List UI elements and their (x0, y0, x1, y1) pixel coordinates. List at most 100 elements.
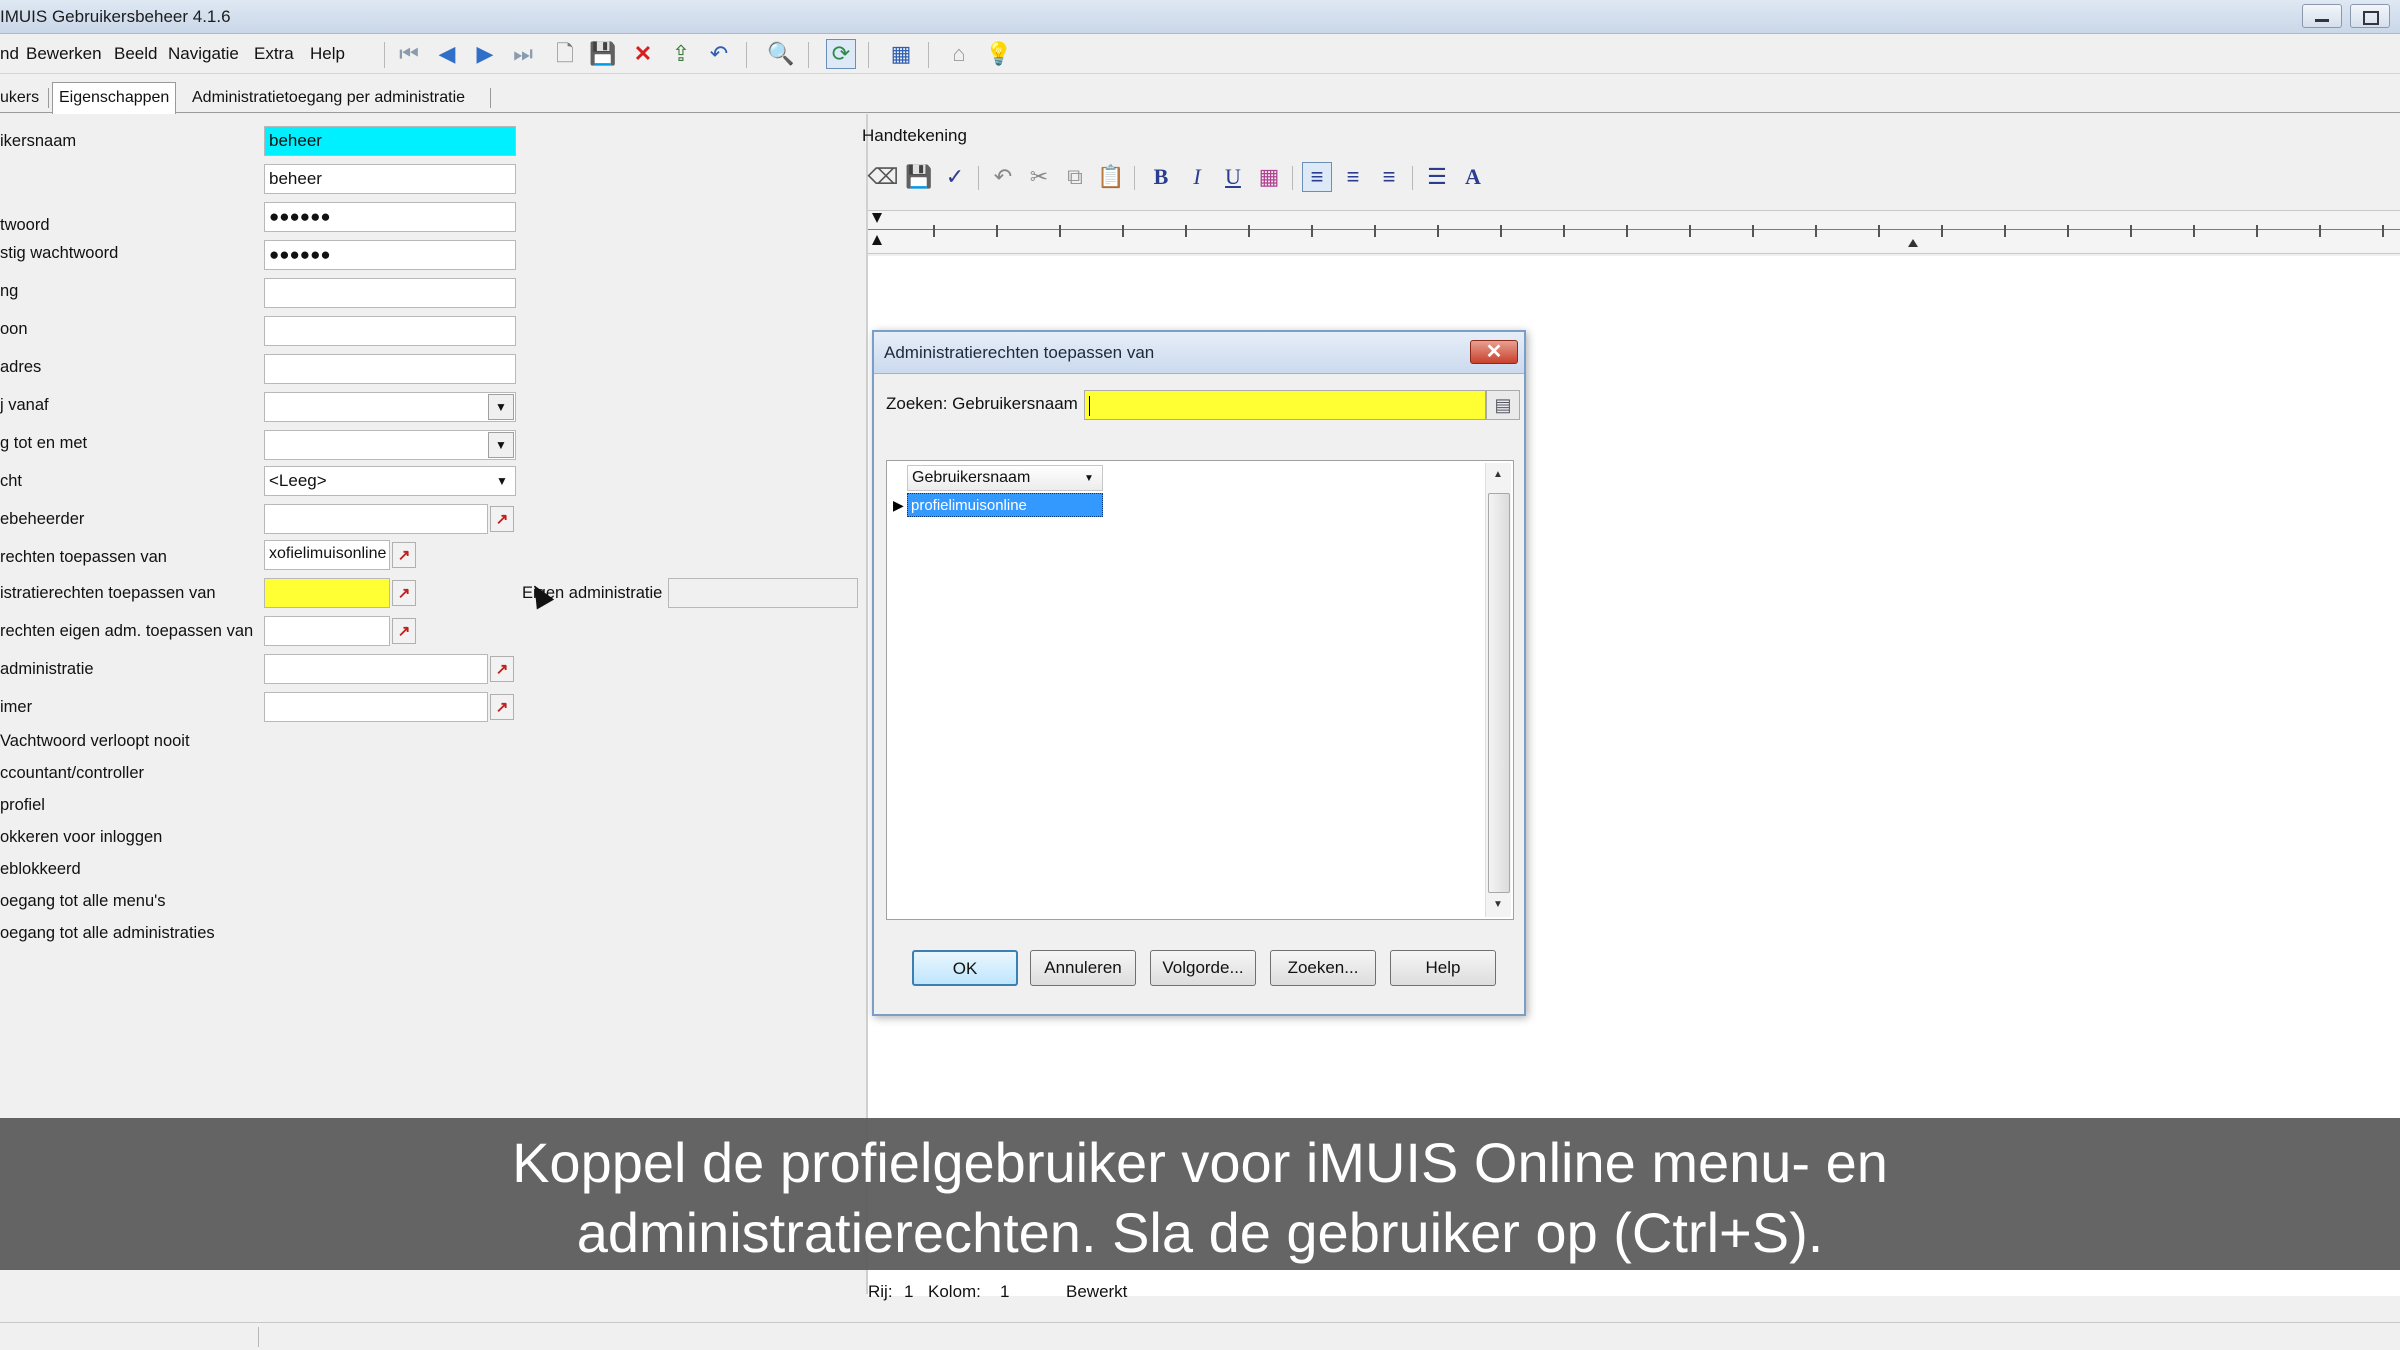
italic-icon[interactable]: I (1182, 162, 1212, 192)
label-profiel: profiel (0, 796, 45, 814)
scroll-down-icon[interactable]: ▼ (1493, 899, 1503, 910)
status-col-value: 1 (1000, 1282, 1010, 1301)
bullet-list-icon[interactable]: ☰ (1422, 162, 1452, 192)
home-icon[interactable]: ⌂ (944, 39, 974, 69)
scrollbar-thumb[interactable] (1488, 493, 1510, 893)
label-rechten: cht (0, 472, 23, 490)
refresh-icon[interactable]: ⟳ (826, 39, 856, 69)
undo-icon[interactable]: ↶ (988, 162, 1018, 192)
cut-icon[interactable]: ✂ (1024, 162, 1054, 192)
last-record-icon[interactable]: ⏭ (508, 39, 538, 69)
previous-record-icon[interactable]: ◀ (432, 39, 462, 69)
grid-column-header[interactable]: Gebruikersnaam ▼ (907, 465, 1103, 491)
color-icon[interactable]: ▦ (1254, 162, 1284, 192)
valid-until-dropdown[interactable] (264, 430, 516, 460)
align-left-icon[interactable]: ≡ (1302, 162, 1332, 192)
next-record-icon[interactable]: ▶ (470, 39, 500, 69)
find-icon[interactable]: 🔍 (766, 39, 796, 69)
menu-item-navigatie[interactable]: Navigatie (168, 44, 239, 64)
label-omschrijving: ng (0, 282, 19, 300)
disclaimer-field[interactable] (264, 692, 488, 722)
description-field[interactable] (264, 278, 516, 308)
lookup-arrow-icon[interactable]: ↗ (392, 618, 416, 644)
lookup-arrow-icon[interactable]: ↗ (392, 580, 416, 606)
chevron-down-icon[interactable]: ▼ (496, 474, 508, 488)
phone-field[interactable] (264, 316, 516, 346)
underline-icon[interactable]: U (1218, 162, 1248, 192)
ok-button[interactable]: OK (912, 950, 1018, 986)
scroll-up-icon[interactable]: ▲ (1493, 469, 1503, 480)
help-button[interactable]: Help (1390, 950, 1496, 986)
close-icon[interactable]: ✕ (1470, 340, 1518, 364)
calendar-icon[interactable]: ▦ (886, 39, 916, 69)
grid-scrollbar[interactable]: ▲ ▼ (1485, 463, 1511, 917)
fullname-field[interactable]: beheer (264, 164, 516, 194)
search-button[interactable]: Zoeken... (1270, 950, 1376, 986)
align-right-icon[interactable]: ≡ (1374, 162, 1404, 192)
dialog-title-bar: Administratierechten toepassen van ✕ (874, 332, 1524, 374)
menu-rights-from-field[interactable]: xofielimuisonline (264, 540, 390, 570)
lookup-arrow-icon[interactable]: ↗ (392, 542, 416, 568)
lookup-arrow-icon[interactable]: ↗ (490, 656, 514, 682)
menu-item-help[interactable]: Help (310, 44, 345, 64)
label-beheerder: ebeheerder (0, 510, 85, 528)
password-confirm-field[interactable]: ●●●●●● (264, 240, 516, 270)
restore-button[interactable] (2350, 4, 2390, 28)
new-document-icon[interactable]: 🗋 (550, 39, 580, 69)
paste-icon[interactable]: 📋 (1096, 162, 1126, 192)
user-grid: Gebruikersnaam ▼ ▶ profielimuisonline ▲ … (886, 460, 1514, 920)
order-button[interactable]: Volgorde... (1150, 950, 1256, 986)
administration-field[interactable] (264, 654, 488, 684)
dialog-title: Administratierechten toepassen van (884, 343, 1155, 362)
save-icon[interactable]: 💾 (904, 162, 934, 192)
email-field[interactable] (264, 354, 516, 384)
tab-separator (490, 88, 491, 108)
menu-toolbar-bar: nd Bewerken Beeld Navigatie Extra Help ⏮… (0, 34, 2400, 74)
copy-icon[interactable]: ⧉ (1060, 162, 1090, 192)
own-admin-rights-from-field[interactable] (264, 616, 390, 646)
undo-icon[interactable]: ↶ (704, 39, 734, 69)
align-center-icon[interactable]: ≡ (1338, 162, 1368, 192)
tab-eigenschappen[interactable]: Eigenschappen (52, 82, 177, 114)
ruler-ticks (872, 213, 2384, 247)
font-icon[interactable]: A (1458, 162, 1488, 192)
lookup-arrow-icon[interactable]: ↗ (490, 694, 514, 720)
rights-select[interactable]: <Leeg> (264, 466, 516, 496)
status-state: Bewerkt (1066, 1282, 1128, 1301)
chevron-down-icon[interactable]: ▼ (488, 394, 514, 420)
menu-item-bestand[interactable]: nd (0, 44, 19, 64)
table-row[interactable]: profielimuisonline (907, 493, 1103, 517)
tab-administratietoegang[interactable]: Administratietoegang per administratie (186, 85, 471, 113)
password-field[interactable]: ●●●●●● (264, 202, 516, 232)
lookup-arrow-icon[interactable]: ↗ (490, 506, 514, 532)
sort-down-icon: ▼ (1084, 473, 1094, 484)
bold-icon[interactable]: B (1146, 162, 1176, 192)
search-list-icon[interactable]: ▤ (1486, 390, 1520, 420)
manager-field[interactable] (264, 504, 488, 534)
export-icon[interactable]: ⇪ (666, 39, 696, 69)
toolbar-separator (384, 42, 385, 68)
valid-from-dropdown[interactable] (264, 392, 516, 422)
menu-item-extra[interactable]: Extra (254, 44, 294, 64)
ruler[interactable] (868, 210, 2400, 254)
minimize-button[interactable] (2302, 4, 2342, 28)
delete-icon[interactable]: ✕ (628, 39, 658, 69)
first-record-icon[interactable]: ⏮ (394, 39, 424, 69)
label-administratierechten-toepassen-van: istratierechten toepassen van (0, 584, 216, 602)
status-row-label: Rij: (868, 1282, 893, 1301)
tab-gebruikers[interactable]: ukers (0, 85, 45, 113)
admin-rights-from-field[interactable] (264, 578, 390, 608)
chevron-down-icon[interactable]: ▼ (488, 432, 514, 458)
tab-separator (48, 88, 49, 108)
cancel-button[interactable]: Annuleren (1030, 950, 1136, 986)
spellcheck-icon[interactable]: ✓ (940, 162, 970, 192)
dialog-search-input[interactable] (1084, 390, 1486, 420)
menu-item-beeld[interactable]: Beeld (114, 44, 157, 64)
username-field[interactable]: beheer (264, 126, 516, 156)
label-menurechten-toepassen-van: rechten toepassen van (0, 548, 167, 566)
menu-item-bewerken[interactable]: Bewerken (26, 44, 102, 64)
save-icon[interactable]: 💾 (588, 39, 618, 69)
help-icon[interactable]: 💡 (984, 39, 1014, 69)
eraser-icon[interactable]: ⌫ (867, 162, 898, 192)
dialog-search-label: Zoeken: Gebruikersnaam (886, 394, 1078, 413)
